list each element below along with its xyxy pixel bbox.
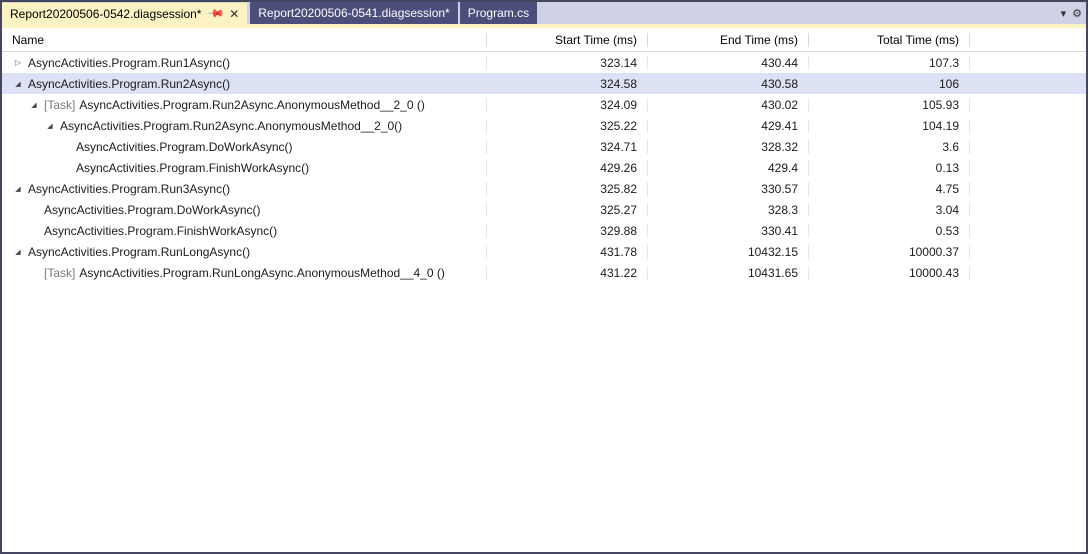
column-header-total[interactable]: Total Time (ms)	[809, 33, 970, 47]
cell-name: AsyncActivities.Program.FinishWorkAsync(…	[2, 224, 487, 238]
cell-end: 430.02	[648, 98, 809, 112]
cell-end: 330.41	[648, 224, 809, 238]
cell-start: 324.09	[487, 98, 648, 112]
tab-label: Report20200506-0542.diagsession*	[10, 7, 201, 21]
column-header-end[interactable]: End Time (ms)	[648, 33, 809, 47]
chevron-expanded-icon[interactable]	[12, 248, 24, 256]
cell-end: 10431.65	[648, 266, 809, 280]
report-content: Name Start Time (ms) End Time (ms) Total…	[2, 28, 1086, 552]
cell-start: 429.26	[487, 161, 648, 175]
table-row[interactable]: [Task] AsyncActivities.Program.Run2Async.…	[2, 94, 1086, 115]
cell-name: AsyncActivities.Program.Run2Async.Anonym…	[2, 119, 487, 133]
row-name-text: AsyncActivities.Program.Run2Async.Anonym…	[79, 98, 425, 112]
cell-end: 430.58	[648, 77, 809, 91]
row-name-text: AsyncActivities.Program.FinishWorkAsync(…	[76, 161, 309, 175]
row-name-text: AsyncActivities.Program.Run2Async.Anonym…	[60, 119, 402, 133]
row-name-text: AsyncActivities.Program.FinishWorkAsync(…	[44, 224, 277, 238]
cell-total: 10000.43	[809, 266, 970, 280]
cell-total: 104.19	[809, 119, 970, 133]
cell-end: 328.32	[648, 140, 809, 154]
table-row[interactable]: AsyncActivities.Program.Run2Async() 324.5…	[2, 73, 1086, 94]
cell-start: 325.22	[487, 119, 648, 133]
cell-start: 431.78	[487, 245, 648, 259]
row-name-text: AsyncActivities.Program.DoWorkAsync()	[76, 140, 293, 154]
row-name-text: AsyncActivities.Program.Run1Async()	[28, 56, 230, 70]
cell-name: AsyncActivities.Program.FinishWorkAsync(…	[2, 161, 487, 175]
table-row[interactable]: AsyncActivities.Program.Run2Async.Anonym…	[2, 115, 1086, 136]
table-row[interactable]: AsyncActivities.Program.Run3Async() 325.8…	[2, 178, 1086, 199]
gear-icon[interactable]: ⚙	[1072, 7, 1082, 20]
chevron-expanded-icon[interactable]	[12, 185, 24, 193]
cell-total: 3.6	[809, 140, 970, 154]
cell-total: 3.04	[809, 203, 970, 217]
row-name-text: AsyncActivities.Program.DoWorkAsync()	[44, 203, 261, 217]
cell-name: AsyncActivities.Program.DoWorkAsync()	[2, 140, 487, 154]
cell-total: 0.13	[809, 161, 970, 175]
cell-name: AsyncActivities.Program.RunLongAsync()	[2, 245, 487, 259]
cell-start: 431.22	[487, 266, 648, 280]
cell-start: 325.27	[487, 203, 648, 217]
cell-name: AsyncActivities.Program.Run3Async()	[2, 182, 487, 196]
cell-name: AsyncActivities.Program.Run2Async()	[2, 77, 487, 91]
cell-end: 330.57	[648, 182, 809, 196]
cell-name: [Task] AsyncActivities.Program.Run2Async.…	[2, 98, 487, 112]
chevron-expanded-icon[interactable]	[44, 122, 56, 130]
task-prefix: [Task]	[44, 98, 75, 112]
cell-total: 107.3	[809, 56, 970, 70]
cell-total: 4.75	[809, 182, 970, 196]
cell-start: 329.88	[487, 224, 648, 238]
pin-icon[interactable]: 📌	[207, 4, 226, 23]
column-header-row: Name Start Time (ms) End Time (ms) Total…	[2, 28, 1086, 52]
tab-program-cs[interactable]: Program.cs	[460, 2, 537, 24]
table-row[interactable]: [Task] AsyncActivities.Program.RunLongAsy…	[2, 262, 1086, 283]
cell-total: 106	[809, 77, 970, 91]
cell-total: 105.93	[809, 98, 970, 112]
row-name-text: AsyncActivities.Program.RunLongAsync()	[28, 245, 250, 259]
cell-name: [Task] AsyncActivities.Program.RunLongAsy…	[2, 266, 487, 280]
row-name-text: AsyncActivities.Program.Run2Async()	[28, 77, 230, 91]
tab-label: Report20200506-0541.diagsession*	[258, 6, 449, 20]
row-name-text: AsyncActivities.Program.Run3Async()	[28, 182, 230, 196]
tab-report-0542[interactable]: Report20200506-0542.diagsession* 📌 ✕	[2, 2, 248, 24]
table-row[interactable]: AsyncActivities.Program.DoWorkAsync() 325…	[2, 199, 1086, 220]
chevron-collapsed-icon[interactable]	[12, 58, 24, 67]
cell-start: 323.14	[487, 56, 648, 70]
data-rows: AsyncActivities.Program.Run1Async() 323.1…	[2, 52, 1086, 283]
cell-name: AsyncActivities.Program.DoWorkAsync()	[2, 203, 487, 217]
document-tab-strip: Report20200506-0542.diagsession* 📌 ✕ Rep…	[2, 2, 1086, 24]
cell-start: 324.71	[487, 140, 648, 154]
table-row[interactable]: AsyncActivities.Program.DoWorkAsync() 324…	[2, 136, 1086, 157]
cell-total: 0.53	[809, 224, 970, 238]
cell-name: AsyncActivities.Program.Run1Async()	[2, 56, 487, 70]
chevron-expanded-icon[interactable]	[28, 101, 40, 109]
column-header-name[interactable]: Name	[2, 33, 487, 47]
cell-start: 324.58	[487, 77, 648, 91]
tab-strip-controls: ▾ ⚙	[1061, 2, 1082, 24]
cell-end: 328.3	[648, 203, 809, 217]
table-row[interactable]: AsyncActivities.Program.FinishWorkAsync(…	[2, 157, 1086, 178]
row-name-text: AsyncActivities.Program.RunLongAsync.Ano…	[79, 266, 445, 280]
chevron-expanded-icon[interactable]	[12, 80, 24, 88]
column-header-start[interactable]: Start Time (ms)	[487, 33, 648, 47]
diagnostic-window: Report20200506-0542.diagsession* 📌 ✕ Rep…	[0, 0, 1088, 554]
cell-end: 429.41	[648, 119, 809, 133]
dropdown-icon[interactable]: ▾	[1061, 7, 1067, 20]
close-icon[interactable]: ✕	[229, 7, 239, 21]
cell-total: 10000.37	[809, 245, 970, 259]
cell-start: 325.82	[487, 182, 648, 196]
cell-end: 430.44	[648, 56, 809, 70]
task-prefix: [Task]	[44, 266, 75, 280]
table-row[interactable]: AsyncActivities.Program.FinishWorkAsync(…	[2, 220, 1086, 241]
table-row[interactable]: AsyncActivities.Program.RunLongAsync() 43…	[2, 241, 1086, 262]
tab-report-0541[interactable]: Report20200506-0541.diagsession*	[250, 2, 457, 24]
table-row[interactable]: AsyncActivities.Program.Run1Async() 323.1…	[2, 52, 1086, 73]
tab-label: Program.cs	[468, 6, 529, 20]
cell-end: 10432.15	[648, 245, 809, 259]
cell-end: 429.4	[648, 161, 809, 175]
